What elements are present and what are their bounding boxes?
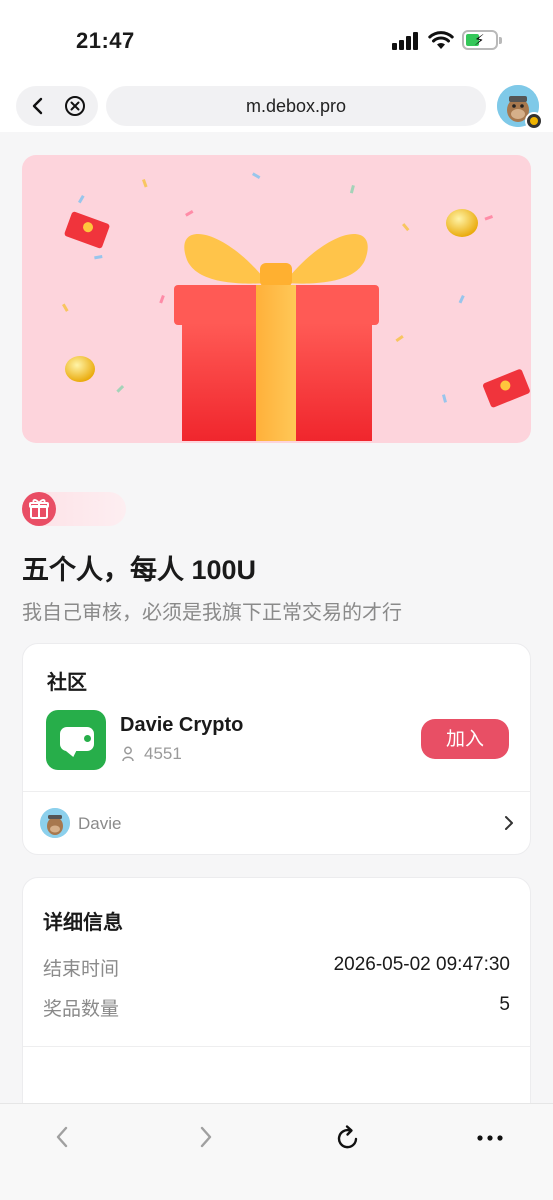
- gift-banner: [22, 155, 531, 443]
- user-avatar[interactable]: [497, 85, 543, 130]
- wifi-icon: [428, 31, 454, 49]
- close-icon[interactable]: [64, 95, 86, 117]
- divider: [23, 791, 530, 792]
- community-card: 社区 Davie Crypto 4551 加入 Davie: [22, 643, 531, 855]
- gift-icon: [22, 492, 56, 526]
- end-time-value: 2026-05-02 09:47:30: [333, 954, 510, 975]
- chevron-right-icon[interactable]: [503, 815, 515, 831]
- community-heading: 社区: [47, 672, 87, 694]
- owner-avatar[interactable]: [40, 808, 70, 838]
- divider: [23, 1046, 530, 1047]
- prize-count-value: 5: [499, 994, 510, 1015]
- browser-bar: m.debox.pro: [0, 80, 553, 132]
- status-time: 21:47: [76, 28, 135, 53]
- status-bar: 21:47 ⚡: [0, 0, 553, 80]
- giveaway-title: 五个人，每人 100U: [22, 555, 257, 585]
- url-bar[interactable]: m.debox.pro: [106, 86, 486, 126]
- gift-box-illustration: [62, 172, 530, 441]
- more-icon[interactable]: [476, 1134, 504, 1142]
- reload-icon[interactable]: [334, 1124, 362, 1152]
- community-name[interactable]: Davie Crypto: [120, 714, 243, 737]
- end-time-label: 结束时间: [43, 959, 120, 980]
- prize-count-label: 奖品数量: [43, 999, 120, 1020]
- owner-name[interactable]: Davie: [78, 814, 121, 834]
- details-heading: 详细信息: [43, 912, 123, 934]
- giveaway-description: 我自己审核，必须是我旗下正常交易的才行: [22, 602, 402, 624]
- join-button[interactable]: 加入: [421, 719, 509, 759]
- member-icon: [122, 746, 134, 762]
- battery-icon: ⚡: [462, 30, 502, 50]
- browser-toolbar: [0, 1103, 553, 1200]
- community-app-icon[interactable]: [46, 710, 106, 770]
- details-card: 详细信息 结束时间 2026-05-02 09:47:30 奖品数量 5: [22, 877, 531, 1137]
- member-count: 4551: [144, 744, 182, 763]
- verified-badge-icon: [525, 112, 543, 130]
- browser-nav-pill: [16, 86, 98, 126]
- cellular-signal-icon: [392, 32, 418, 50]
- chevron-left-icon[interactable]: [52, 1124, 72, 1150]
- back-icon[interactable]: [28, 96, 48, 116]
- chevron-right-icon[interactable]: [196, 1124, 216, 1150]
